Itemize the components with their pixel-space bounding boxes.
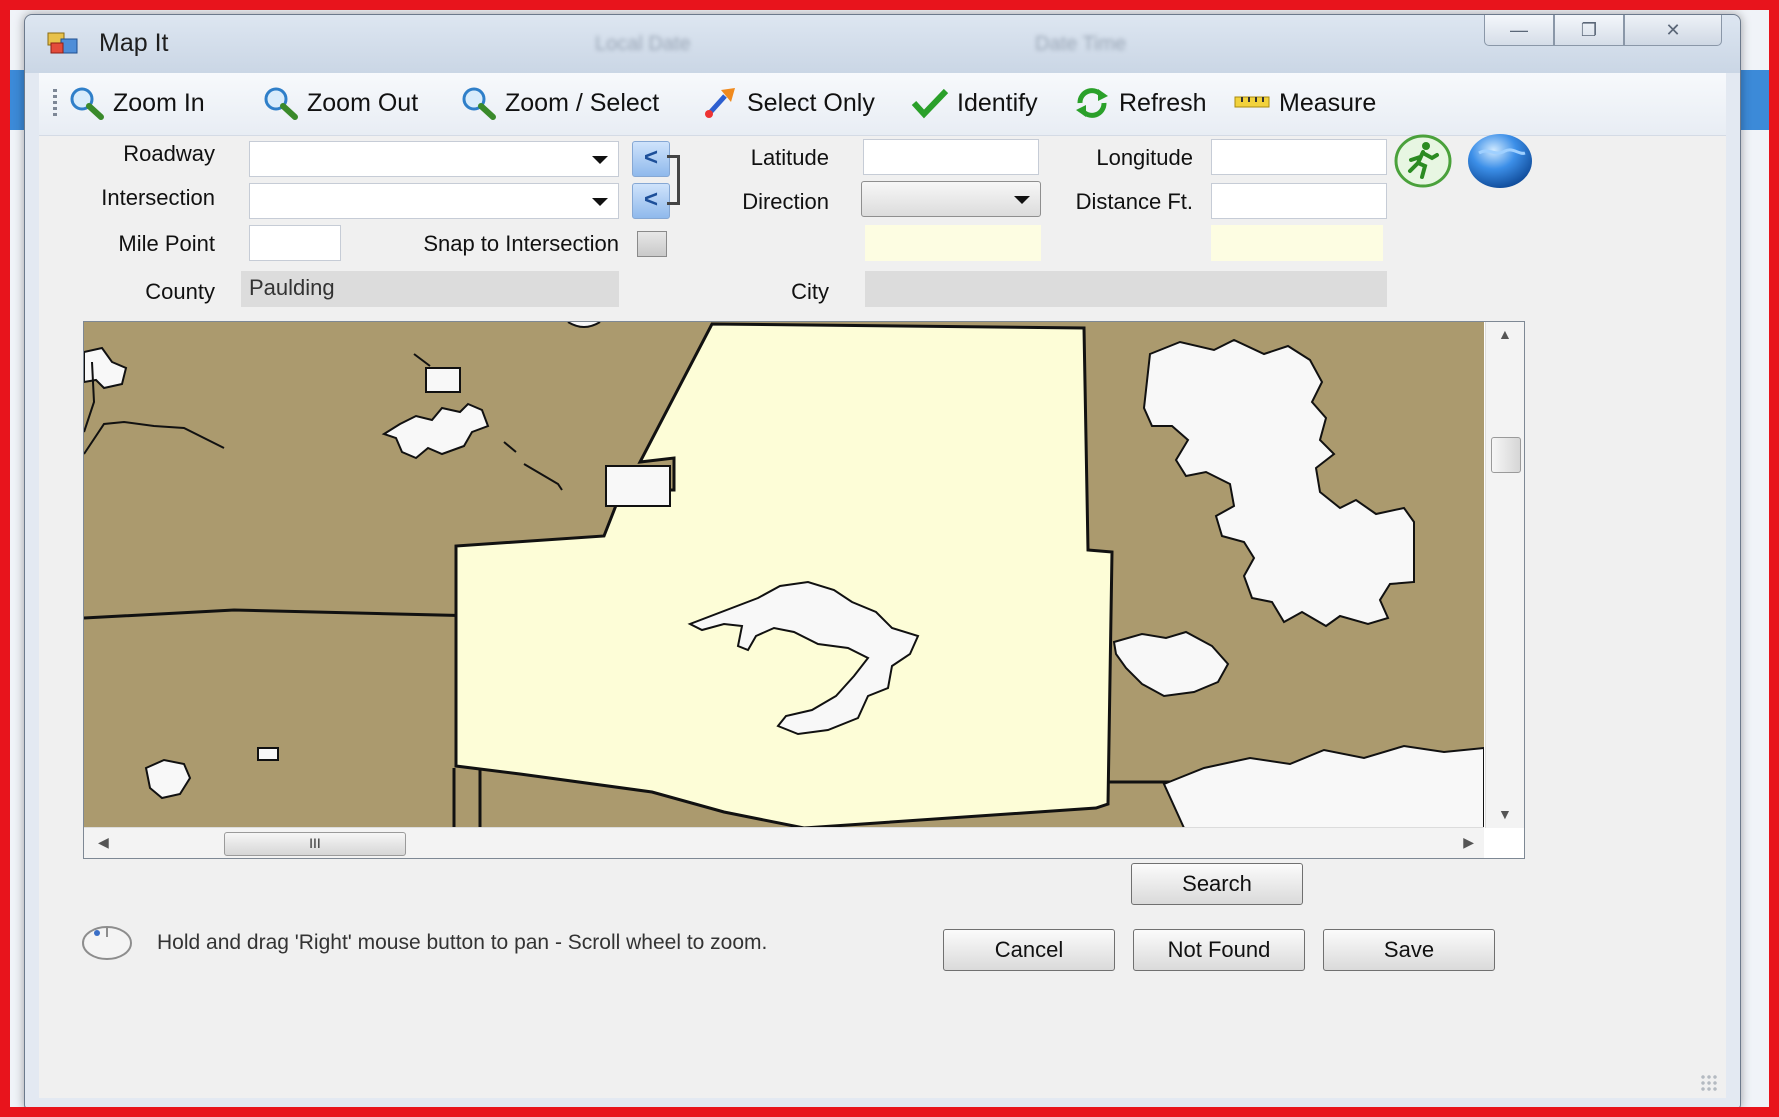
roadway-back-button[interactable]: < [632, 141, 670, 177]
scroll-down-icon[interactable]: ▼ [1498, 806, 1512, 822]
zoom-select-icon [462, 87, 496, 120]
map-horizontal-scrollbar[interactable]: ◀ III ▶ [84, 827, 1484, 858]
distance-ft-field[interactable] [1211, 183, 1387, 219]
latitude-result-field [865, 225, 1041, 261]
zoom-select-label: Zoom / Select [505, 88, 660, 117]
toolbar-grip[interactable] [53, 89, 57, 119]
county-label: County [145, 279, 215, 304]
mouse-icon [82, 926, 132, 960]
map-view[interactable]: ▲ ▼ ◀ III ▶ [83, 321, 1525, 859]
distance-ft-label: Distance Ft. [1075, 189, 1193, 214]
scroll-left-icon[interactable]: ◀ [98, 834, 109, 851]
map-it-dialog: Map It Local Date Date Time — ❐ ✕ Zoom I… [24, 14, 1741, 1109]
search-button[interactable]: Search [1131, 863, 1303, 905]
dialog-client-area: Zoom In Zoom Out Zoom / Select Select On… [39, 73, 1726, 1098]
window-title: Map It [99, 29, 169, 57]
refresh-label: Refresh [1119, 88, 1207, 117]
intersection-combobox[interactable] [249, 183, 619, 219]
cancel-button[interactable]: Cancel [943, 929, 1115, 971]
vertical-scroll-thumb[interactable] [1491, 437, 1521, 473]
scroll-up-icon[interactable]: ▲ [1498, 326, 1512, 342]
close-button[interactable]: ✕ [1624, 15, 1722, 46]
direction-combobox[interactable] [861, 181, 1041, 217]
latitude-field[interactable] [863, 139, 1039, 175]
mile-point-field[interactable] [249, 225, 341, 261]
not-found-button[interactable]: Not Found [1133, 929, 1305, 971]
city-field [865, 271, 1387, 307]
map-vertical-scrollbar[interactable]: ▲ ▼ [1485, 322, 1524, 828]
zoom-in-icon [70, 87, 104, 120]
zoom-out-icon [264, 87, 298, 120]
maximize-button[interactable]: ❐ [1554, 15, 1624, 46]
refresh-button[interactable]: Refresh [1073, 83, 1207, 123]
scroll-right-icon[interactable]: ▶ [1463, 834, 1474, 851]
snap-to-intersection-label: Snap to Intersection [423, 231, 619, 256]
background-window-text: Local Date [595, 33, 691, 55]
chevron-down-icon [592, 198, 608, 206]
direction-label: Direction [742, 189, 829, 214]
refresh-icon [1076, 88, 1108, 118]
resize-grip[interactable] [1700, 1074, 1718, 1092]
city-label: City [791, 279, 829, 304]
map-toolbar: Zoom In Zoom Out Zoom / Select Select On… [39, 73, 1726, 136]
county-field: Paulding [241, 271, 619, 307]
ruler-icon [1234, 96, 1270, 108]
identify-button[interactable]: Identify [911, 83, 1038, 123]
mile-point-label: Mile Point [118, 231, 215, 256]
zoom-out-button[interactable]: Zoom Out [261, 83, 418, 123]
longitude-label: Longitude [1096, 145, 1193, 170]
identify-label: Identify [957, 88, 1038, 117]
longitude-result-field [1211, 225, 1383, 261]
zoom-in-button[interactable]: Zoom In [67, 83, 205, 123]
background-window-text: Date Time [1035, 33, 1127, 55]
horizontal-scroll-thumb[interactable]: III [224, 832, 406, 856]
app-window-icon [47, 32, 78, 54]
select-only-button[interactable]: Select Only [701, 83, 875, 123]
measure-label: Measure [1279, 88, 1377, 117]
close-icon: ✕ [1665, 19, 1681, 40]
longitude-field[interactable] [1211, 139, 1387, 175]
minimize-icon: — [1510, 19, 1528, 40]
bracket-connector [667, 155, 680, 205]
checkmark-icon [911, 88, 949, 119]
roadway-label: Roadway [123, 141, 215, 166]
urban-area [425, 367, 461, 393]
pan-zoom-hint: Hold and drag 'Right' mouse button to pa… [157, 931, 768, 954]
zoom-select-button[interactable]: Zoom / Select [459, 83, 659, 123]
select-only-label: Select Only [747, 88, 875, 117]
measure-button[interactable]: Measure [1233, 83, 1376, 123]
snap-to-intersection-checkbox[interactable] [637, 231, 667, 257]
urban-area [605, 465, 671, 507]
save-button[interactable]: Save [1323, 929, 1495, 971]
title-bar[interactable]: Map It Local Date Date Time — ❐ ✕ [25, 15, 1740, 73]
intersection-label: Intersection [101, 185, 215, 210]
select-only-icon [705, 88, 735, 118]
latitude-label: Latitude [750, 145, 829, 170]
chevron-down-icon [592, 156, 608, 164]
map-canvas[interactable] [84, 322, 1484, 828]
roadway-combobox[interactable] [249, 141, 619, 177]
urban-area [257, 747, 279, 761]
globe-icon[interactable] [1465, 131, 1535, 191]
chevron-down-icon [1014, 196, 1030, 204]
window-controls: — ❐ ✕ [1484, 15, 1722, 49]
intersection-back-button[interactable]: < [632, 183, 670, 219]
minimize-button[interactable]: — [1484, 15, 1554, 46]
restore-icon: ❐ [1580, 19, 1598, 40]
zoom-out-label: Zoom Out [307, 88, 419, 117]
run-locate-icon[interactable] [1393, 133, 1453, 189]
zoom-in-label: Zoom In [113, 88, 205, 117]
